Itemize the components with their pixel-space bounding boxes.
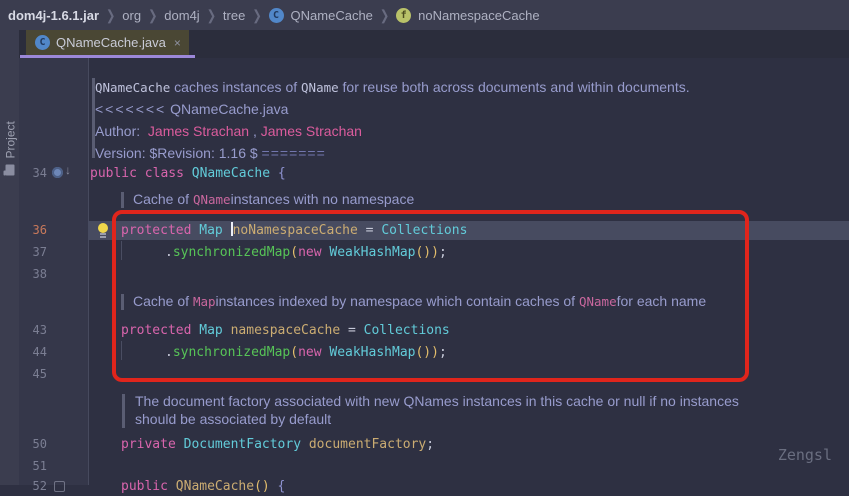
code-token: instances with no namespace (231, 191, 415, 207)
code-token: James Strachan (261, 123, 362, 139)
project-tool-label: Project (3, 121, 17, 158)
breadcrumb-separator-icon: ❯ (380, 7, 389, 23)
watermark-text: Zengsl (778, 446, 832, 464)
code-token: documentFactory (309, 437, 426, 452)
breadcrumb-separator-icon: ❯ (148, 7, 157, 23)
annotation-rectangle (112, 210, 749, 382)
code-token: () (254, 479, 270, 494)
line-number: 43 (20, 321, 47, 340)
code-token: { (270, 479, 286, 494)
tab-title: QNameCache.java (56, 35, 166, 50)
project-folder-icon (6, 165, 15, 176)
line-number: 52 (20, 477, 47, 496)
breadcrumb-item[interactable]: tree (223, 8, 245, 23)
code-token: for reuse both across documents and with… (339, 79, 690, 95)
code-token: public class (90, 166, 192, 181)
rendered-doc-line[interactable]: The document factory associated with new… (135, 392, 739, 411)
breadcrumb-separator-icon: ❯ (106, 7, 115, 23)
overridden-marker-icon[interactable]: ↓ (52, 166, 78, 180)
code-token: ======= (262, 145, 326, 161)
code-token: ; (426, 437, 434, 452)
rendered-doc-line[interactable]: Cache of QNameinstances with no namespac… (133, 190, 414, 209)
code-token: DocumentFactory (184, 437, 309, 452)
line-number: 36 (20, 221, 47, 240)
breadcrumb-bar: dom4j-1.6.1.jar ❯ org ❯ dom4j ❯ tree ❯ C QNameCac… (0, 0, 849, 30)
line-number: 38 (20, 265, 47, 284)
code-line[interactable]: public class QNameCache { (90, 164, 286, 183)
code-line[interactable]: private DocumentFactory documentFactory; (121, 435, 434, 454)
code-token: <<<<<<< (95, 101, 166, 117)
code-token: James Strachan (148, 123, 249, 139)
code-token: private (121, 437, 184, 452)
code-token: public (121, 479, 176, 494)
line-number: 44 (20, 343, 47, 362)
breadcrumb-item[interactable]: noNamespaceCache (418, 8, 539, 23)
field-icon: f (396, 8, 411, 23)
code-token: Author: (95, 123, 148, 139)
code-token: Cache of (133, 191, 193, 207)
line-number: 34 (20, 164, 47, 183)
code-token: QName (301, 80, 339, 95)
code-token: QNameCache (95, 80, 170, 95)
line-number: 45 (20, 365, 47, 384)
rendered-doc-line[interactable]: should be associated by default (135, 410, 331, 429)
tool-window-strip: Project (0, 30, 20, 485)
line-number: 50 (20, 435, 47, 454)
project-tool-button[interactable]: Project (1, 84, 20, 176)
tab-qnamecache[interactable]: C QNameCache.java × (26, 30, 189, 55)
code-token: QNameCache (176, 479, 254, 494)
rendered-doc-line[interactable]: QNameCache caches instances of QName for… (95, 78, 690, 97)
breadcrumb-separator-icon: ❯ (252, 7, 261, 23)
class-icon: C (35, 35, 50, 50)
doc-bar (122, 394, 125, 428)
code-token: caches instances of (170, 79, 301, 95)
code-token: QName (193, 192, 231, 207)
code-line[interactable]: public QNameCache() { (121, 477, 285, 496)
code-token: , (249, 123, 261, 139)
rendered-doc-line[interactable]: Author: James Strachan , James Strachan (95, 122, 362, 141)
line-number: 51 (20, 457, 47, 476)
line-number: 37 (20, 243, 47, 262)
gutter-marker-icon[interactable] (54, 481, 65, 492)
code-token: should be associated by default (135, 411, 331, 427)
rendered-doc-line[interactable]: <<<<<<< QNameCache.java (95, 100, 288, 119)
breadcrumb-separator-icon: ❯ (207, 7, 216, 23)
breadcrumb-item[interactable]: dom4j (164, 8, 199, 23)
class-icon: C (269, 8, 284, 23)
intention-bulb-icon[interactable] (96, 223, 110, 238)
code-token: QNameCache.java (166, 101, 288, 117)
rendered-doc-line[interactable]: Version: $Revision: 1.16 $ ======= (95, 144, 326, 163)
breadcrumb-item[interactable]: dom4j-1.6.1.jar (8, 8, 99, 23)
code-token: { (278, 166, 286, 181)
editor-tab-bar: C QNameCache.java × (19, 30, 849, 58)
breadcrumb-item[interactable]: QNameCache (291, 8, 373, 23)
code-token: Version: $Revision: 1.16 $ (95, 145, 262, 161)
breadcrumb-item[interactable]: org (122, 8, 141, 23)
tab-close-icon[interactable]: × (174, 36, 181, 50)
doc-bar (121, 192, 124, 208)
code-token: QNameCache (192, 166, 278, 181)
code-token: The document factory associated with new… (135, 393, 739, 409)
